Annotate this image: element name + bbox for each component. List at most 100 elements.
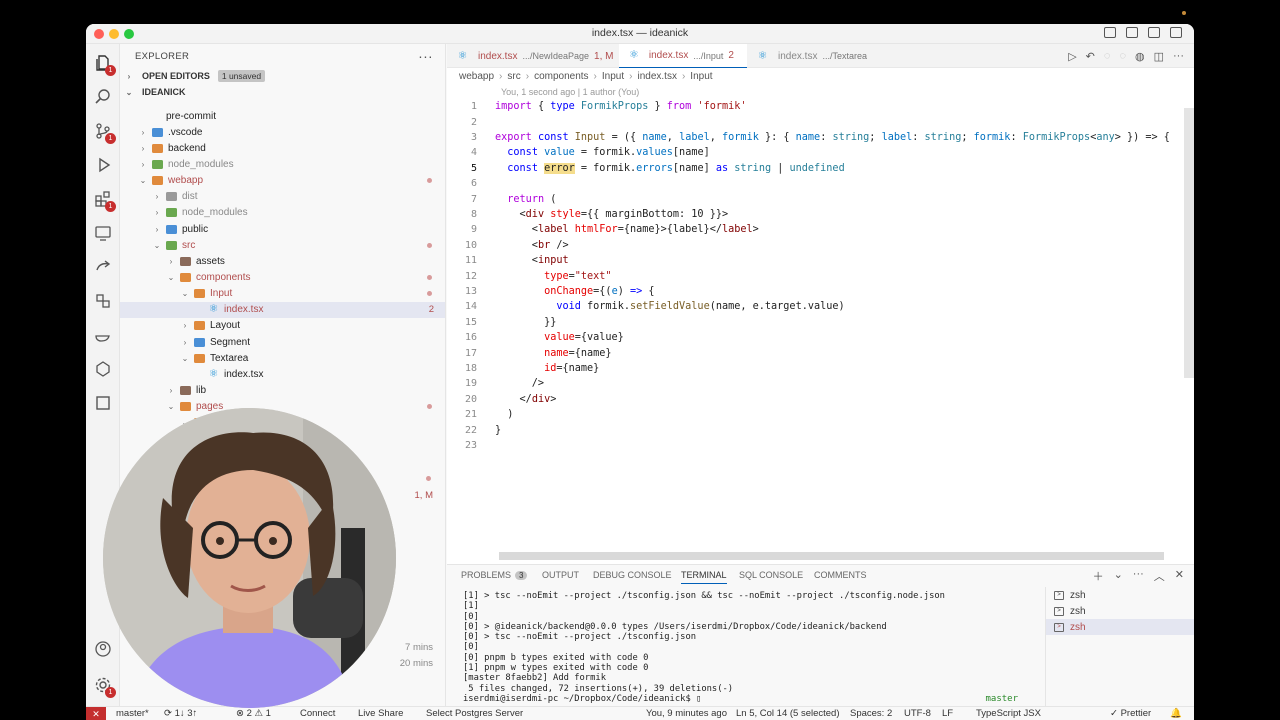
- live-share-icon[interactable]: [94, 258, 112, 276]
- folder-icon: [152, 176, 163, 186]
- code-token: :: [820, 131, 833, 143]
- next-change-icon[interactable]: ◌: [1119, 50, 1126, 63]
- code-token: formik: [973, 131, 1011, 143]
- breadcrumb-item[interactable]: webapp: [459, 71, 494, 83]
- status-problems[interactable]: ⊗ 2 ⚠ 1: [236, 708, 271, 719]
- square-icon[interactable]: [94, 394, 112, 412]
- breadcrumb-item[interactable]: index.tsx: [637, 71, 676, 83]
- settings-gear-icon[interactable]: 1: [94, 676, 116, 698]
- breadcrumb-item[interactable]: Input: [690, 71, 712, 83]
- breadcrumb-item[interactable]: Input: [602, 71, 624, 83]
- chevron-down-icon: ⌄: [139, 176, 147, 186]
- run-debug-icon[interactable]: [94, 156, 112, 174]
- toggle-secondary-sidebar-icon[interactable]: [1148, 27, 1160, 38]
- remote-indicator-icon[interactable]: ✕: [86, 706, 106, 720]
- tree-item[interactable]: pre-commit: [120, 108, 445, 124]
- tree-item[interactable]: › node_modules: [120, 156, 445, 172]
- explorer-icon[interactable]: 1: [94, 54, 116, 76]
- go-back-icon[interactable]: ↶: [1086, 50, 1095, 63]
- line-number: 11: [464, 255, 477, 267]
- more-actions-icon[interactable]: ···: [1133, 568, 1144, 584]
- new-terminal-icon[interactable]: ＋: [1093, 568, 1104, 584]
- notifications-bell-icon[interactable]: 🔔: [1170, 708, 1182, 719]
- chevron-down-icon[interactable]: ⌄: [1114, 568, 1123, 584]
- terminal-output[interactable]: [1] > tsc --noEmit --project ./tsconfig.…: [463, 591, 945, 704]
- tree-item-label: public: [182, 223, 209, 235]
- tree-item[interactable]: › dist: [120, 189, 445, 205]
- terminal-instance[interactable]: > zsh: [1046, 603, 1194, 619]
- status-prettier[interactable]: ✓ Prettier: [1110, 708, 1151, 719]
- tree-item[interactable]: ⌄ webapp: [120, 173, 445, 189]
- customize-layout-icon[interactable]: [1170, 27, 1182, 38]
- project-root-section[interactable]: ⌄ IDEANICK: [120, 84, 445, 100]
- status-sync[interactable]: ⟳ 1↓ 3↑: [164, 708, 197, 719]
- tree-item[interactable]: ⌄ Input: [120, 286, 445, 302]
- panel-tab[interactable]: TERMINAL: [681, 570, 727, 584]
- toggle-sidebar-icon[interactable]: [1104, 27, 1116, 38]
- maximize-panel-icon[interactable]: ︿: [1154, 568, 1165, 584]
- breadcrumb-item[interactable]: src: [507, 71, 520, 83]
- chevron-right-icon: ›: [525, 71, 530, 82]
- database-icon[interactable]: [94, 292, 112, 310]
- code-token: div: [525, 208, 545, 220]
- more-actions-icon[interactable]: ···: [1173, 50, 1184, 63]
- tab-input[interactable]: ⚛ index.tsx .../Input 2: [619, 44, 747, 68]
- vertical-scrollbar[interactable]: [1184, 108, 1194, 378]
- tree-item[interactable]: › backend: [120, 140, 445, 156]
- terminal-instance[interactable]: > zsh: [1046, 619, 1194, 635]
- status-blame[interactable]: You, 9 minutes ago: [646, 708, 727, 719]
- tree-item[interactable]: ⚛ index.tsx 2: [120, 301, 445, 318]
- split-editor-icon[interactable]: ◫: [1154, 50, 1164, 63]
- testing-icon[interactable]: [94, 360, 112, 378]
- terminal-instance[interactable]: > zsh: [1046, 587, 1194, 603]
- tree-item[interactable]: ⌄ components: [120, 270, 445, 286]
- previous-change-icon[interactable]: ◌: [1104, 50, 1111, 63]
- close-panel-icon[interactable]: ✕: [1175, 568, 1184, 584]
- panel-tab[interactable]: OUTPUT: [542, 570, 579, 580]
- status-cursor-position[interactable]: Ln 5, Col 14 (5 selected): [736, 708, 840, 719]
- status-encoding[interactable]: UTF-8: [904, 708, 931, 719]
- terminal-line: [0]: [463, 611, 479, 622]
- open-editors-section[interactable]: › OPEN EDITORS 1 unsaved: [120, 68, 445, 84]
- status-language[interactable]: TypeScript JSX: [976, 708, 1041, 719]
- horizontal-scrollbar[interactable]: [499, 552, 1164, 560]
- tab-newideapage[interactable]: ⚛ index.tsx .../NewIdeaPage 1, M: [447, 44, 623, 68]
- tree-item[interactable]: ⌄ src: [120, 237, 445, 253]
- tree-item[interactable]: › node_modules: [120, 205, 445, 221]
- extensions-icon[interactable]: 1: [94, 190, 116, 212]
- chevron-right-icon: ›: [183, 321, 187, 331]
- panel-tab[interactable]: SQL CONSOLE: [739, 570, 803, 580]
- status-postgres[interactable]: Select Postgres Server: [426, 708, 523, 719]
- tree-item[interactable]: › .vscode: [120, 124, 445, 140]
- status-indentation[interactable]: Spaces: 2: [850, 708, 892, 719]
- panel-tab[interactable]: PROBLEMS 3: [461, 570, 528, 580]
- source-control-icon[interactable]: 1: [94, 122, 116, 144]
- tree-item[interactable]: › assets: [120, 253, 445, 269]
- status-branch[interactable]: master*: [116, 708, 149, 719]
- breadcrumb-item[interactable]: components: [534, 71, 588, 83]
- more-actions-icon[interactable]: ···: [418, 48, 433, 64]
- status-live-share[interactable]: Live Share: [358, 708, 403, 719]
- account-icon[interactable]: [94, 640, 112, 658]
- search-icon[interactable]: [94, 88, 112, 106]
- panel-tab[interactable]: COMMENTS: [814, 570, 867, 580]
- modified-dot: [427, 404, 432, 410]
- copilot-icon[interactable]: ◍: [1135, 50, 1145, 63]
- status-eol[interactable]: LF: [942, 708, 953, 719]
- status-connect[interactable]: Connect: [300, 708, 335, 719]
- tree-item[interactable]: › lib: [120, 383, 445, 399]
- code-token: input: [537, 255, 569, 267]
- panel-tab[interactable]: DEBUG CONSOLE: [593, 570, 672, 580]
- docker-icon[interactable]: [94, 326, 112, 344]
- tree-item[interactable]: ⌄ Textarea: [120, 350, 445, 366]
- remote-explorer-icon[interactable]: [94, 224, 112, 242]
- tree-item[interactable]: ⚛ index.tsx: [120, 366, 445, 382]
- tree-item[interactable]: › Segment: [120, 334, 445, 350]
- toggle-panel-icon[interactable]: [1126, 27, 1138, 38]
- timeline-item-time: 20 mins: [399, 658, 433, 669]
- tab-textarea[interactable]: ⚛ index.tsx .../Textarea: [747, 44, 877, 68]
- tree-item[interactable]: › public: [120, 221, 445, 237]
- run-icon[interactable]: ▷: [1068, 50, 1076, 63]
- tree-item[interactable]: › Layout: [120, 318, 445, 334]
